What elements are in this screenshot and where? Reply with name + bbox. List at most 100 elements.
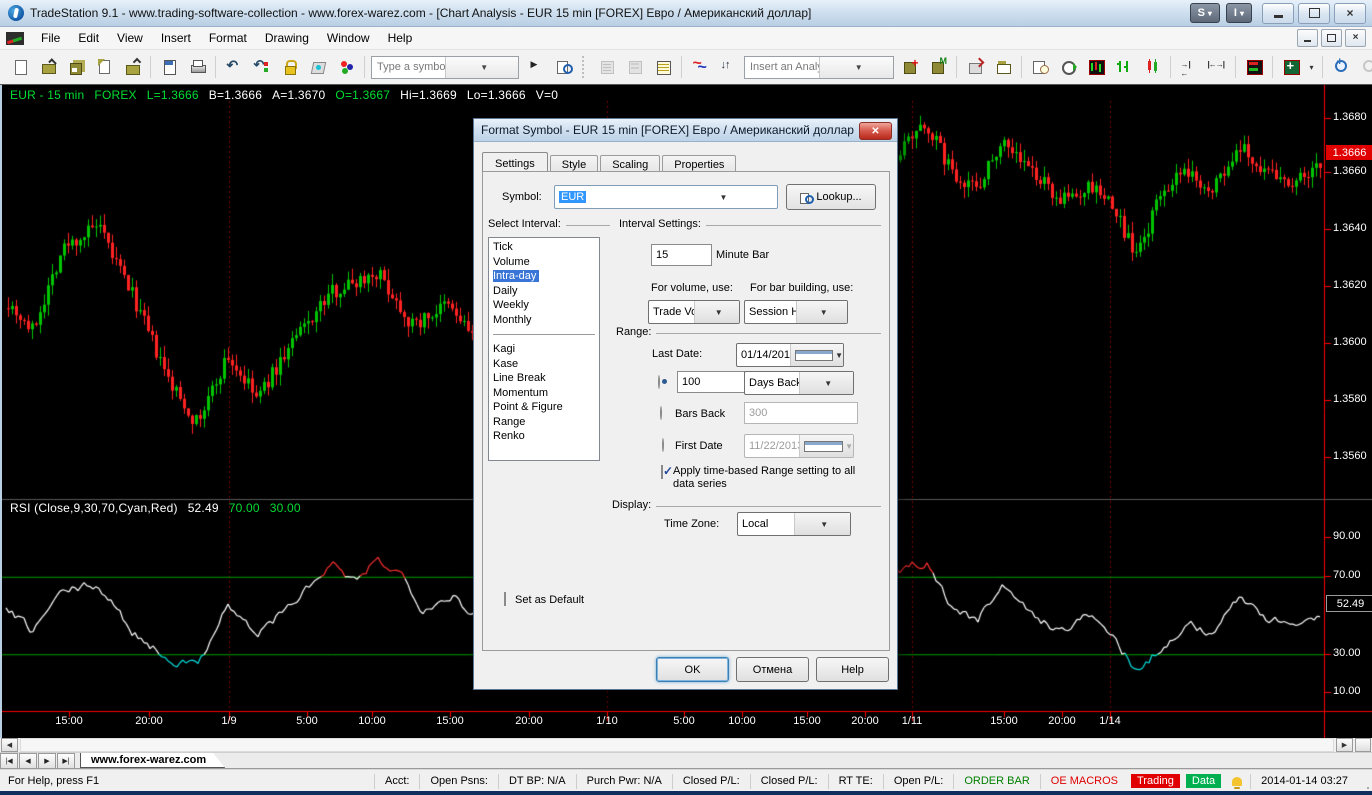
scroll-left-button[interactable]: ◀ [1,738,18,752]
volume-source-dropdown[interactable]: Trade Vol▼ [648,300,740,324]
scroll-right-button[interactable]: ▶ [1336,738,1353,752]
cancel-button[interactable]: Отмена [736,657,809,682]
range-unit-dropdown[interactable]: Days Back▼ [744,371,854,395]
oe-macros-indicator[interactable]: OE MACROS [1040,774,1128,789]
chevron-down-icon[interactable]: ▼ [819,57,894,78]
interval-option[interactable]: Momentum [489,386,599,401]
zoom-in-button[interactable] [1328,54,1354,80]
folder-up-button[interactable] [119,54,145,80]
lock-button[interactable] [277,54,303,80]
chart-wave-button[interactable] [687,54,713,80]
print-preview-button[interactable] [156,54,182,80]
calendar-dropdown-icon[interactable]: ▼ [790,344,844,366]
chart-send-button[interactable] [962,54,988,80]
lookup-button[interactable]: Lookup... [786,184,876,210]
menu-view[interactable]: View [108,28,152,48]
child-close-button[interactable]: × [1345,29,1366,47]
sort-updown-button[interactable] [715,54,741,80]
expand-bars-button[interactable] [1204,54,1230,80]
color-bars-button[interactable] [1241,54,1267,80]
candle-style-button[interactable] [1139,54,1165,80]
save-analysis-button[interactable] [897,54,923,80]
time-zone-dropdown[interactable]: Local▼ [737,512,851,536]
dialog-title-bar[interactable]: Format Symbol - EUR 15 min [FOREX] Евро … [474,119,897,142]
chart-folder-button[interactable] [990,54,1016,80]
session-clock-button[interactable] [1055,54,1081,80]
alert-bell-icon[interactable] [1232,777,1242,786]
menu-help[interactable]: Help [379,28,422,48]
chevron-down-icon[interactable]: ▼ [666,186,777,208]
tick-bars-button[interactable] [1111,54,1137,80]
bars-back-input[interactable]: 300 [744,402,858,424]
order-bar-indicator[interactable]: ORDER BAR [953,774,1039,789]
menu-edit[interactable]: Edit [69,28,108,48]
chevron-down-icon[interactable]: ▼ [445,57,519,78]
set-as-default-checkbox[interactable] [504,592,506,606]
interval-option[interactable]: Daily [489,284,599,299]
days-back-input[interactable]: 100 [677,371,745,393]
workspace-tab[interactable]: www.forex-warez.com [80,753,225,768]
spreadsheet-button[interactable] [650,54,676,80]
import-page-button[interactable] [91,54,117,80]
undo-arrow-button[interactable] [221,54,247,80]
interval-option[interactable]: Kase [489,357,599,372]
pan-options-dropdown[interactable]: ▾ [1305,56,1318,78]
last-date-picker[interactable]: 01/14/2014 ▼ [736,343,844,367]
print-button[interactable] [184,54,210,80]
interval-option[interactable]: Range [489,415,599,430]
interval-option[interactable]: Point & Figure [489,400,599,415]
help-button[interactable]: Help [816,657,889,682]
symbol-wand-button[interactable] [305,54,331,80]
tab-prev-button[interactable]: ◀ [19,753,37,769]
days-back-radio[interactable] [658,375,660,389]
dialog-close-button[interactable]: ✕ [859,122,892,140]
interval-option[interactable]: Kagi [489,342,599,357]
symbol-command-combo[interactable]: Type a symbol/command▼ [371,56,519,79]
child-restore-button[interactable] [1321,29,1342,47]
tab-next-button[interactable]: ▶ [38,753,56,769]
menu-window[interactable]: Window [318,28,379,48]
pan-chart-button[interactable] [1278,54,1304,80]
save-macro-button[interactable] [925,54,951,80]
tab-first-button[interactable]: |◀ [0,753,18,769]
tab-last-button[interactable]: ▶| [57,753,75,769]
save-all-button[interactable] [63,54,89,80]
minutes-input[interactable]: 15 [651,244,712,266]
apply-range-checkbox[interactable] [661,465,663,479]
symbol-lookup-button[interactable] [550,54,576,80]
new-document-button[interactable] [7,54,33,80]
minimize-button[interactable] [1262,3,1294,24]
interval-option[interactable]: Volume [489,255,599,270]
first-date-picker[interactable]: 11/22/2013 ▼ [744,434,854,458]
shortcuts-i-button[interactable]: I▾ [1226,3,1252,23]
child-minimize-button[interactable] [1297,29,1318,47]
interval-listbox[interactable]: TickVolumeIntra-dayDailyWeeklyMonthly Kag… [488,237,600,461]
redo-colored-button[interactable] [249,54,275,80]
open-folder-button[interactable] [35,54,61,80]
menu-insert[interactable]: Insert [152,28,200,48]
volume-bars-button[interactable] [1083,54,1109,80]
menu-file[interactable]: File [32,28,69,48]
interval-option[interactable]: Intra-day [489,269,599,284]
close-button[interactable]: × [1334,3,1366,24]
menu-format[interactable]: Format [200,28,256,48]
resize-grip[interactable] [1358,770,1372,792]
interval-option[interactable]: Monthly [489,313,599,328]
interval-option[interactable]: Tick [489,240,599,255]
restore-button[interactable] [1298,3,1330,24]
menu-drawing[interactable]: Drawing [256,28,318,48]
symbol-combobox[interactable]: EUR ▼ [554,185,778,209]
analysis-group-combo[interactable]: Insert an Analysis Group▼ [744,56,894,79]
scrollbar-track[interactable] [20,738,1334,752]
bars-back-radio[interactable] [660,406,662,420]
compress-bars-button[interactable] [1176,54,1202,80]
interval-option[interactable]: Renko [489,429,599,444]
bar-building-dropdown[interactable]: Session Hours▼ [744,300,848,324]
first-date-radio[interactable] [662,438,664,452]
interval-option[interactable]: Weekly [489,298,599,313]
shortcuts-s-button[interactable]: S▾ [1190,3,1220,23]
ok-button[interactable]: OK [656,657,729,682]
calendar-clock-button[interactable] [1027,54,1053,80]
go-arrow-button[interactable] [522,54,548,80]
object-colors-button[interactable] [333,54,359,80]
